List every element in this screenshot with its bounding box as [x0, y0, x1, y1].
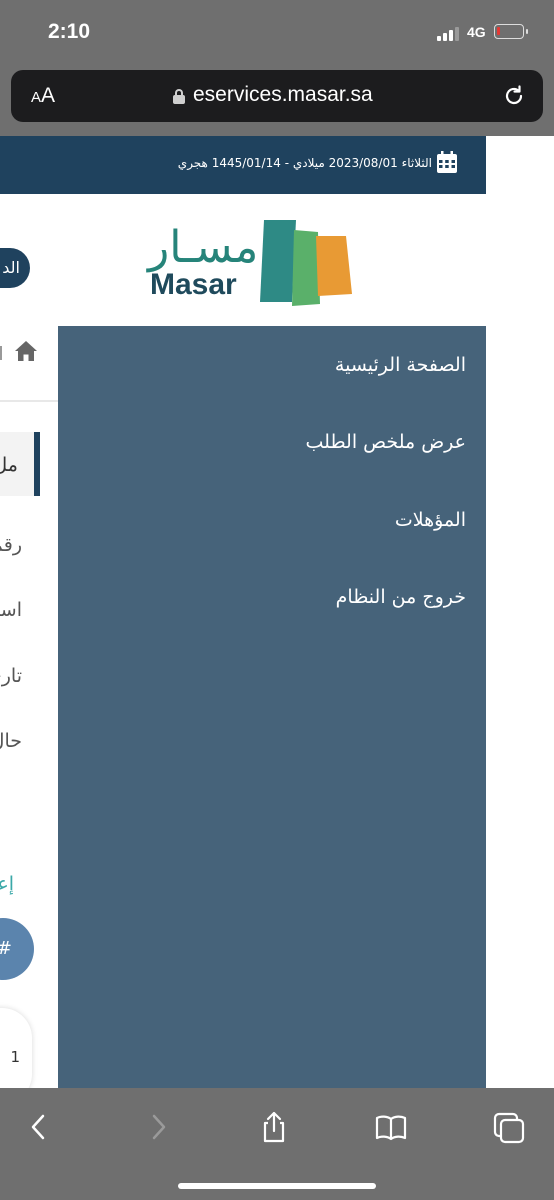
announcements-link[interactable]: إعلانا [0, 873, 14, 895]
bookmarks-icon[interactable] [374, 1110, 408, 1144]
page-margin [486, 136, 554, 1088]
masar-logo-mark [260, 220, 352, 306]
masar-logo-english: Masar [150, 268, 237, 301]
tabs-icon[interactable] [492, 1110, 526, 1144]
table-header-badge: # [0, 918, 34, 980]
web-page: الثلاثاء 2023/08/01 ميلادي - 1445/01/14 … [0, 136, 486, 1088]
forward-icon[interactable] [141, 1110, 175, 1144]
battery-icon [494, 24, 528, 39]
field-label: حال [0, 730, 22, 752]
url-text[interactable]: eservices.masar.sa [193, 83, 373, 107]
text-size-button[interactable]: AA [31, 84, 55, 108]
back-icon[interactable] [22, 1110, 56, 1144]
field-label: اسم [0, 599, 22, 621]
masar-logo-arabic: مسـار [148, 222, 259, 273]
field-label: تاري [0, 665, 22, 687]
menu-item-qualifications[interactable]: المؤهلات [395, 509, 466, 531]
menu-item-home[interactable]: الصفحة الرئيسية [335, 354, 466, 376]
status-bar: 2:10 4G [0, 0, 554, 66]
breadcrumb-separator [0, 346, 2, 360]
signal-icon [437, 27, 463, 41]
divider [0, 400, 58, 402]
lock-icon [173, 89, 185, 104]
menu-item-logout[interactable]: خروج من النظام [336, 586, 466, 608]
field-label: رقم [0, 534, 22, 556]
calendar-icon [437, 151, 457, 173]
home-icon[interactable] [14, 340, 38, 362]
home-indicator [178, 1183, 376, 1189]
share-icon[interactable] [257, 1110, 291, 1144]
table-row: 1 [0, 1008, 32, 1088]
side-menu: الصفحة الرئيسية عرض ملخص الطلب المؤهلات … [58, 326, 486, 1088]
menu-item-request-summary[interactable]: عرض ملخص الطلب [306, 431, 466, 453]
reload-icon[interactable] [500, 82, 528, 110]
date-text: الثلاثاء 2023/08/01 ميلادي - 1445/01/14 … [177, 156, 432, 170]
status-time: 2:10 [48, 20, 91, 43]
card-label: مل [0, 454, 18, 476]
date-bar: الثلاثاء 2023/08/01 ميلادي - 1445/01/14 … [0, 136, 486, 194]
address-bar[interactable]: AA eservices.masar.sa [11, 70, 543, 122]
network-type: 4G [467, 24, 486, 40]
